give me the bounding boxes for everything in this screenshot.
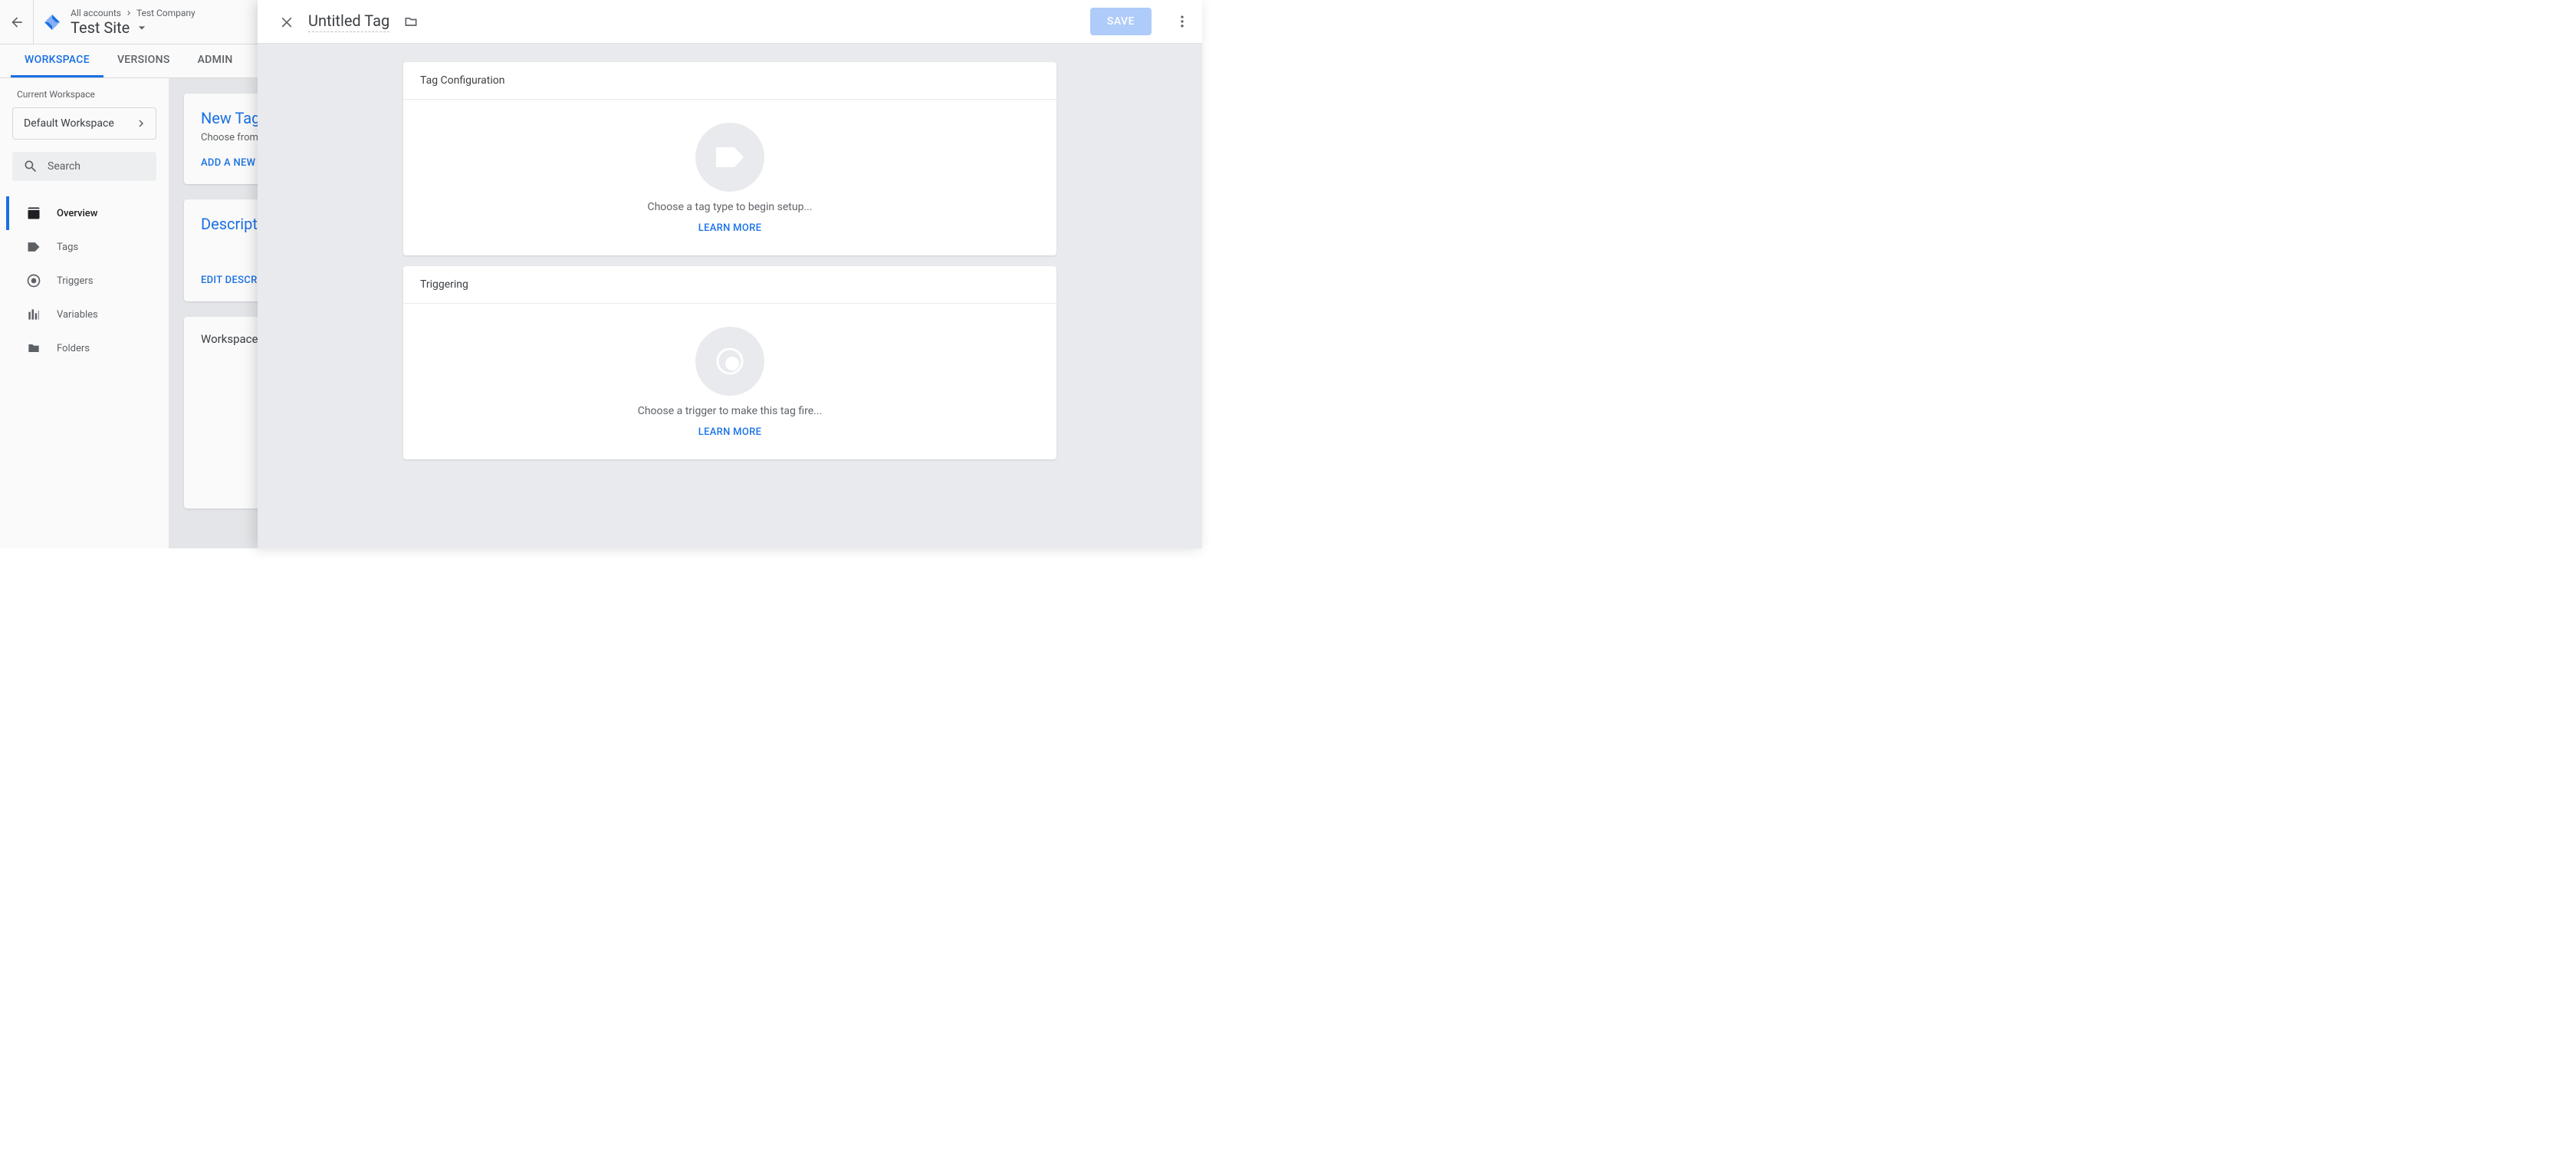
tag-config-learn-more[interactable]: LEARN MORE	[698, 222, 761, 234]
tag-editor-dialog: Untitled Tag SAVE Tag Configuration Choo…	[258, 0, 1202, 548]
triggering-header: Triggering	[403, 266, 1056, 304]
trigger-placeholder-circle	[695, 327, 764, 396]
tag-shape-icon	[715, 146, 745, 169]
triggering-panel[interactable]: Triggering Choose a trigger to make this…	[403, 266, 1056, 459]
folder-outline-icon	[403, 14, 419, 29]
tag-configuration-panel[interactable]: Tag Configuration Choose a tag type to b…	[403, 62, 1056, 255]
more-vert-icon	[1175, 14, 1190, 29]
close-icon	[279, 14, 294, 29]
tag-configuration-header: Tag Configuration	[403, 62, 1056, 100]
dialog-body: Tag Configuration Choose a tag type to b…	[258, 44, 1202, 548]
tag-configuration-body: Choose a tag type to begin setup... LEAR…	[403, 100, 1056, 255]
close-button[interactable]	[279, 14, 294, 29]
triggering-hint: Choose a trigger to make this tag fire..…	[638, 405, 823, 417]
tag-config-hint: Choose a tag type to begin setup...	[647, 201, 812, 213]
more-menu-button[interactable]	[1175, 14, 1190, 29]
trigger-circle-icon	[715, 347, 744, 376]
folder-selector[interactable]	[403, 14, 419, 29]
tag-name-input[interactable]: Untitled Tag	[308, 12, 389, 32]
triggering-learn-more[interactable]: LEARN MORE	[698, 426, 761, 438]
save-button[interactable]: SAVE	[1090, 8, 1152, 35]
triggering-body: Choose a trigger to make this tag fire..…	[403, 304, 1056, 459]
dialog-header: Untitled Tag SAVE	[258, 0, 1202, 44]
tag-placeholder-circle	[695, 123, 764, 192]
